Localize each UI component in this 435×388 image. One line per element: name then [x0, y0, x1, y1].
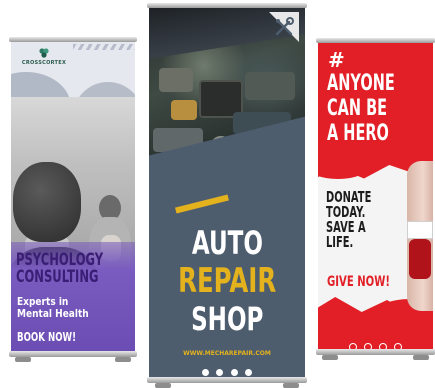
facebook-icon [202, 369, 210, 376]
banner-foot [115, 357, 131, 362]
psychology-banner: CROSSCORTEX PSYCHOLOGY CONSULTING Expert… [9, 37, 137, 362]
twitter-icon [216, 369, 224, 376]
banner-body-text: DONATE TODAY. SAVE A LIFE. [326, 188, 372, 251]
banner-title-line: REPAIR [177, 261, 277, 301]
banner-title-line: SHOP [190, 300, 264, 338]
social-icons [318, 336, 433, 349]
logo-mark-icon [39, 48, 49, 58]
banner-base [147, 377, 307, 383]
book-now-text: BOOK NOW! [17, 330, 77, 344]
bandage [407, 221, 433, 239]
youtube-icon [244, 369, 252, 376]
blood-donation-banner: # ANYONE CAN BE A HERO DONATE TODAY. SAV… [316, 38, 435, 360]
banner-title-line: AUTO [191, 224, 263, 262]
logo-text: CROSSCORTEX [21, 60, 67, 66]
banner-panel: CROSSCORTEX PSYCHOLOGY CONSULTING Expert… [11, 42, 135, 351]
wrench-screwdriver-icon [275, 17, 294, 36]
decorative-stripes [73, 44, 135, 50]
give-now-text: GIVE NOW! [327, 274, 390, 290]
hashtag: # [328, 48, 345, 72]
auto-repair-banner: AUTO REPAIR SHOP WWW.MECHAREPAIR.COM [147, 3, 307, 388]
banner-foot [322, 355, 338, 360]
instagram-icon [230, 369, 238, 376]
banner-panel: AUTO REPAIR SHOP WWW.MECHAREPAIR.COM [149, 8, 305, 377]
banner-panel: # ANYONE CAN BE A HERO DONATE TODAY. SAV… [318, 43, 433, 349]
company-logo: CROSSCORTEX [15, 48, 73, 66]
banner-title: ANYONE CAN BE A HERO [327, 71, 395, 146]
social-icons [149, 361, 305, 377]
banner-subtitle: Experts in Mental Health [17, 295, 89, 320]
banner-title: PSYCHOLOGY CONSULTING [16, 250, 104, 287]
banner-foot [413, 355, 429, 360]
banner-foot [15, 357, 31, 362]
banner-foot [283, 383, 299, 388]
banner-foot [155, 383, 171, 388]
website-url: WWW.MECHAREPAIR.COM [183, 350, 271, 357]
